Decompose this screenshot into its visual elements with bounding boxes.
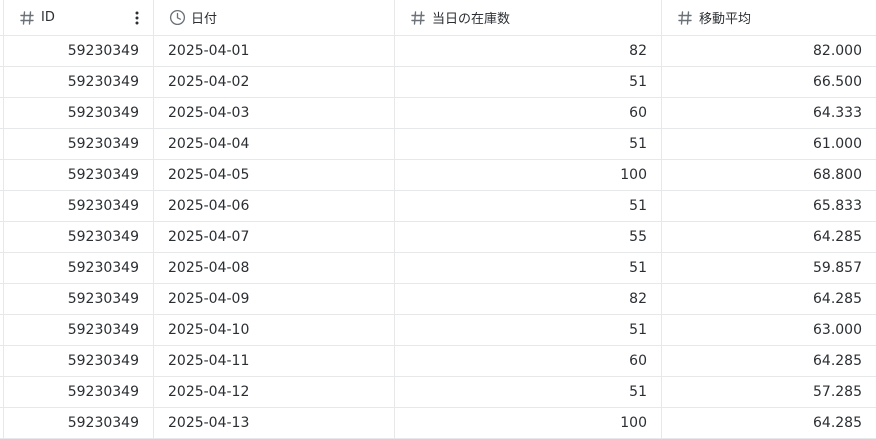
hash-icon [18,9,36,27]
column-header-id[interactable]: ID [4,0,154,35]
cell-date[interactable]: 2025-04-13 [154,408,395,438]
cell-id[interactable]: 59230349 [4,67,154,97]
cell-moving-average[interactable]: 59.857 [662,253,876,283]
cell-moving-average[interactable]: 64.285 [662,222,876,252]
cell-id[interactable]: 59230349 [4,191,154,221]
cell-stock[interactable]: 51 [395,129,662,159]
column-header-label: ID [41,10,55,25]
table-row[interactable]: 59230349 2025-04-10 51 63.000 [0,315,876,346]
cell-moving-average[interactable]: 57.285 [662,377,876,407]
cell-stock[interactable]: 60 [395,346,662,376]
cell-stock[interactable]: 100 [395,408,662,438]
cell-moving-average[interactable]: 64.333 [662,98,876,128]
cell-stock[interactable]: 51 [395,253,662,283]
cell-date[interactable]: 2025-04-12 [154,377,395,407]
cell-id[interactable]: 59230349 [4,346,154,376]
table-row[interactable]: 59230349 2025-04-05 100 68.800 [0,160,876,191]
cell-moving-average[interactable]: 64.285 [662,284,876,314]
cell-date[interactable]: 2025-04-05 [154,160,395,190]
cell-stock[interactable]: 82 [395,36,662,66]
column-header-stock[interactable]: 当日の在庫数 [395,0,662,35]
column-header-label: 当日の在庫数 [432,12,511,27]
cell-stock[interactable]: 51 [395,377,662,407]
cell-id[interactable]: 59230349 [4,284,154,314]
cell-stock[interactable]: 51 [395,315,662,345]
table-row[interactable]: 59230349 2025-04-06 51 65.833 [0,191,876,222]
header-row: ID 日付 当日の在庫数 移動平均 [0,0,876,36]
table-row[interactable]: 59230349 2025-04-08 51 59.857 [0,253,876,284]
cell-id[interactable]: 59230349 [4,315,154,345]
hash-icon [676,9,694,27]
column-header-label: 日付 [191,12,218,27]
table-row[interactable]: 59230349 2025-04-03 60 64.333 [0,98,876,129]
table-row[interactable]: 59230349 2025-04-07 55 64.285 [0,222,876,253]
cell-id[interactable]: 59230349 [4,129,154,159]
cell-date[interactable]: 2025-04-04 [154,129,395,159]
cell-stock[interactable]: 51 [395,67,662,97]
column-header-date[interactable]: 日付 [154,0,395,35]
cell-stock[interactable]: 100 [395,160,662,190]
cell-date[interactable]: 2025-04-10 [154,315,395,345]
cell-moving-average[interactable]: 82.000 [662,36,876,66]
cell-moving-average[interactable]: 64.285 [662,346,876,376]
cell-id[interactable]: 59230349 [4,36,154,66]
cell-moving-average[interactable]: 63.000 [662,315,876,345]
table-row[interactable]: 59230349 2025-04-02 51 66.500 [0,67,876,98]
cell-date[interactable]: 2025-04-08 [154,253,395,283]
cell-date[interactable]: 2025-04-11 [154,346,395,376]
data-grid: ID 日付 当日の在庫数 移動平均 59230349 2025-04-01 82 82… [0,0,876,439]
cell-date[interactable]: 2025-04-02 [154,67,395,97]
cell-date[interactable]: 2025-04-09 [154,284,395,314]
table-row[interactable]: 59230349 2025-04-11 60 64.285 [0,346,876,377]
cell-date[interactable]: 2025-04-06 [154,191,395,221]
cell-date[interactable]: 2025-04-01 [154,36,395,66]
cell-id[interactable]: 59230349 [4,377,154,407]
table-row[interactable]: 59230349 2025-04-04 51 61.000 [0,129,876,160]
column-menu-icon[interactable] [129,9,145,27]
clock-icon [168,9,186,27]
cell-id[interactable]: 59230349 [4,253,154,283]
cell-id[interactable]: 59230349 [4,160,154,190]
table-row[interactable]: 59230349 2025-04-13 100 64.285 [0,408,876,439]
cell-moving-average[interactable]: 68.800 [662,160,876,190]
cell-moving-average[interactable]: 65.833 [662,191,876,221]
cell-stock[interactable]: 82 [395,284,662,314]
column-header-moving-average[interactable]: 移動平均 [662,0,876,35]
cell-id[interactable]: 59230349 [4,222,154,252]
table-row[interactable]: 59230349 2025-04-09 82 64.285 [0,284,876,315]
hash-icon [409,9,427,27]
cell-moving-average[interactable]: 64.285 [662,408,876,438]
cell-stock[interactable]: 60 [395,98,662,128]
column-header-label: 移動平均 [699,12,752,27]
cell-date[interactable]: 2025-04-07 [154,222,395,252]
cell-date[interactable]: 2025-04-03 [154,98,395,128]
cell-stock[interactable]: 51 [395,191,662,221]
table-row[interactable]: 59230349 2025-04-01 82 82.000 [0,36,876,67]
cell-moving-average[interactable]: 61.000 [662,129,876,159]
table-body: 59230349 2025-04-01 82 82.000 59230349 2025-0… [0,36,876,439]
cell-id[interactable]: 59230349 [4,98,154,128]
cell-moving-average[interactable]: 66.500 [662,67,876,97]
table-row[interactable]: 59230349 2025-04-12 51 57.285 [0,377,876,408]
cell-stock[interactable]: 55 [395,222,662,252]
cell-id[interactable]: 59230349 [4,408,154,438]
